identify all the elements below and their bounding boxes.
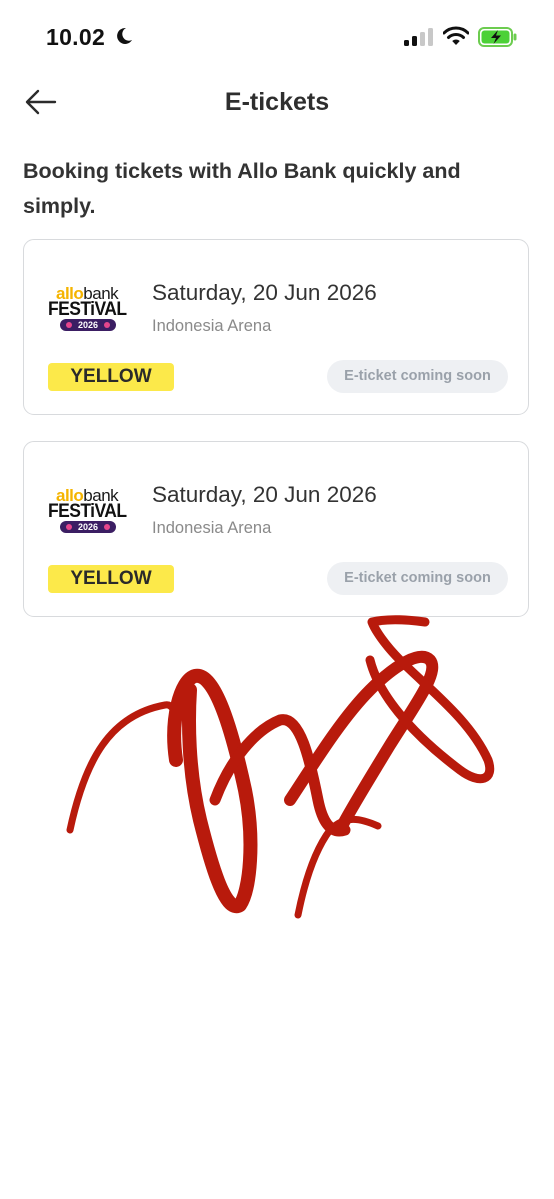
event-venue: Indonesia Arena (152, 519, 272, 537)
intro-text: Booking tickets with Allo Bank quickly a… (23, 159, 461, 218)
ticket-card[interactable]: allobank FESTiVAL 2026 Saturday, 20 Jun … (23, 239, 529, 415)
festival-logo: allobank FESTiVAL 2026 (48, 284, 127, 331)
page-title: E-tickets (224, 88, 330, 116)
ticket-card[interactable]: allobank FESTiVAL 2026 Saturday, 20 Jun … (23, 441, 529, 617)
event-date: Saturday, 20 Jun 2026 (152, 482, 377, 507)
clock-time: 10.02 (46, 24, 106, 50)
eticket-status-pill: E-ticket coming soon (327, 562, 508, 595)
status-bar: 10.02 (0, 0, 554, 72)
moon-icon (117, 27, 132, 44)
signal-icon (404, 28, 433, 46)
wifi-icon (443, 26, 469, 45)
eticket-status-pill: E-ticket coming soon (327, 360, 508, 393)
event-venue: Indonesia Arena (152, 317, 272, 335)
ticket-category-badge: YELLOW (48, 565, 174, 593)
festival-logo: allobank FESTiVAL 2026 (48, 486, 127, 533)
event-date: Saturday, 20 Jun 2026 (152, 280, 377, 305)
top-navigation: E-tickets (0, 78, 554, 128)
battery-charging-icon (478, 27, 517, 47)
handwritten-scribble (66, 615, 495, 919)
ticket-category-badge: YELLOW (48, 363, 174, 391)
